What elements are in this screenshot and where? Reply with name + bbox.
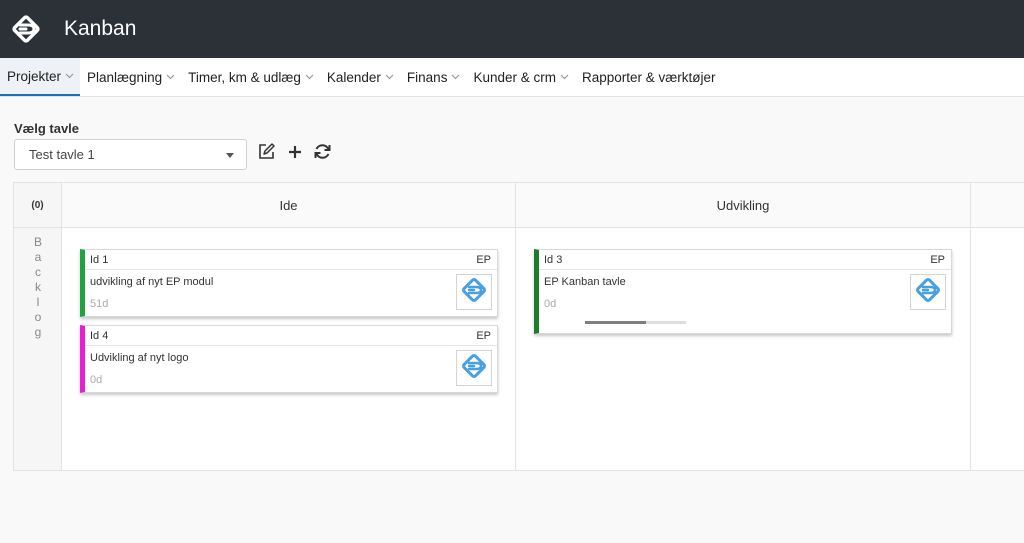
board-select[interactable]: Test tavle 1 [14,139,247,170]
chevron-down-icon [305,74,314,80]
column-body-udvikling: Id 3 EP EP Kanban tavle 0d [516,228,971,470]
nav-item-kunder[interactable]: Kunder & crm [466,58,575,96]
card-id: Id 3 [544,253,563,266]
nav-item-label: Planlægning [87,69,163,85]
card-age: 0d [544,298,557,310]
card-header: Id 3 EP [539,250,951,270]
swimlane-label-backlog[interactable]: Backlog [14,235,62,340]
chevron-down-icon [560,74,569,80]
kanban-card[interactable]: Id 3 EP EP Kanban tavle 0d [534,249,952,334]
swimlane-letter: o [34,310,42,324]
nav-item-timer[interactable]: Timer, km & udlæg [181,58,320,96]
chevron-down-icon [166,74,175,80]
nav-item-projekter[interactable]: Projekter [0,58,81,96]
swimlane-letter: a [34,250,42,264]
column-header-next [971,183,1024,228]
swimlane-letter: l [36,295,40,309]
column-body-next [971,228,1024,470]
edit-board-button[interactable] [256,142,276,166]
avatar[interactable] [456,350,492,386]
chevron-down-icon [451,74,460,80]
swimlane-letter: k [35,280,41,294]
card-age: 51d [90,298,109,310]
swimlane-letter: B [33,235,42,249]
nav-item-kalender[interactable]: Kalender [320,58,400,96]
caret-down-icon [226,153,234,158]
swimlane-letter: g [34,325,42,339]
card-id: Id 4 [90,329,109,342]
nav-item-label: Timer, km & udlæg [188,69,301,85]
card-title: EP Kanban tavle [544,276,626,288]
card-progress-bar [585,321,686,324]
kanban-board: (0) Backlog Ide Udvikling Id 1 EP udvikl… [13,182,1024,471]
top-bar: Kanban [0,0,1024,58]
swimlane-letter: c [35,265,41,279]
chevron-down-icon [385,74,394,80]
kanban-card[interactable]: Id 4 EP Udvikling af nyt logo 0d [80,325,498,393]
column-header-ide[interactable]: Ide [62,183,516,228]
plus-icon [287,144,303,165]
ep-logo-icon [459,351,489,386]
board-select-value: Test tavle 1 [29,147,95,162]
main-nav: Projekter Planlægning Timer, km & udlæg … [0,58,1024,97]
card-header: Id 1 EP [85,250,497,270]
nav-item-label: Rapporter & værktøjer [581,69,716,85]
avatar[interactable] [910,274,946,310]
card-id: Id 1 [90,253,109,266]
nav-item-rapporter[interactable]: Rapporter & værktøjer [575,58,722,96]
card-count: (0) [14,183,61,228]
column-header-udvikling[interactable]: Udvikling [516,183,971,228]
card-initials: EP [476,253,491,266]
nav-item-planlaegning[interactable]: Planlægning [80,58,181,96]
swimlane-column: (0) Backlog [14,183,62,470]
ep-logo-icon [913,275,943,310]
card-title: udvikling af nyt EP modul [90,276,214,288]
card-initials: EP [476,329,491,342]
nav-item-label: Kalender [326,69,381,85]
column-body-ide: Id 1 EP udvikling af nyt EP modul 51d Id… [62,228,516,470]
avatar[interactable] [456,274,492,310]
card-age: 0d [90,374,103,386]
refresh-button[interactable] [312,144,332,164]
nav-item-label: Kunder & crm [473,69,556,85]
ep-logo-icon[interactable] [8,11,44,47]
card-title: Udvikling af nyt logo [90,352,189,364]
chevron-down-icon [65,73,74,79]
kanban-card[interactable]: Id 1 EP udvikling af nyt EP modul 51d [80,249,498,317]
edit-icon [257,142,276,166]
card-header: Id 4 EP [85,326,497,346]
refresh-icon [313,142,332,166]
ep-logo-icon [459,275,489,310]
nav-item-finans[interactable]: Finans [400,58,467,96]
card-initials: EP [930,253,945,266]
add-board-button[interactable] [285,144,305,164]
nav-item-label: Projekter [7,68,62,84]
board-select-label: Vælg tavle [14,121,80,136]
app-title: Kanban [64,17,137,40]
nav-item-label: Finans [406,69,448,85]
card-progress-fill [585,321,646,324]
